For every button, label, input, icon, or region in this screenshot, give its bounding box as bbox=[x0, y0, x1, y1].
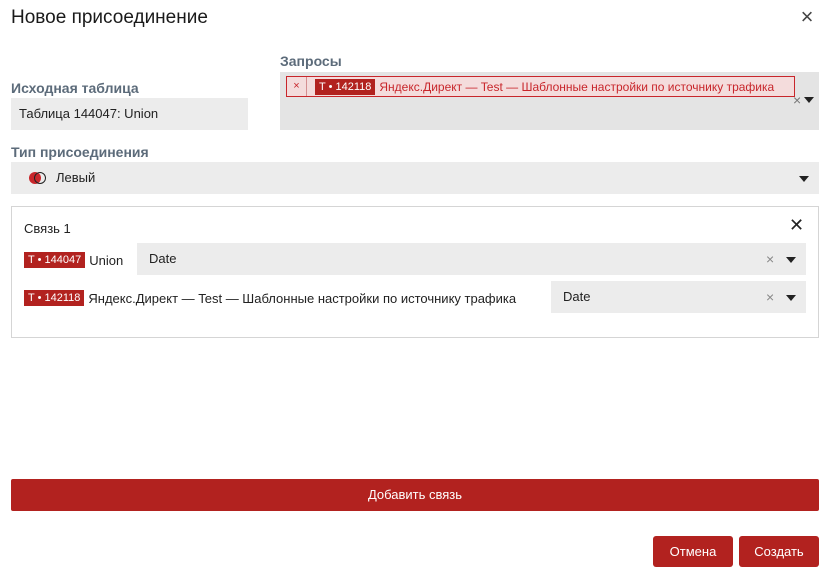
cancel-button[interactable]: Отмена bbox=[653, 536, 733, 567]
chevron-down-icon[interactable] bbox=[786, 295, 796, 301]
dialog-title: Новое присоединение bbox=[11, 7, 208, 28]
chevron-down-icon[interactable] bbox=[799, 176, 809, 182]
link-title: Связь 1 bbox=[24, 221, 71, 236]
link-row-label: T • 142118 Яндекс.Директ — Test — Шаблон… bbox=[24, 289, 516, 307]
field-value: Date bbox=[563, 289, 591, 304]
source-table-field: Таблица 144047: Union bbox=[11, 98, 248, 130]
join-type-value: Левый bbox=[56, 170, 96, 185]
add-link-button[interactable]: Добавить связь bbox=[11, 479, 819, 511]
request-chip: × T • 142118 Яндекс.Директ — Test — Шабл… bbox=[286, 76, 795, 97]
table-name: Яндекс.Директ — Test — Шаблонные настрой… bbox=[88, 290, 517, 306]
link-field-select[interactable]: Date bbox=[137, 243, 806, 275]
create-button[interactable]: Создать bbox=[739, 536, 819, 567]
join-type-select[interactable]: Левый bbox=[11, 162, 819, 194]
table-name: Union bbox=[89, 252, 124, 268]
link-row-label: T • 144047 Union bbox=[24, 251, 123, 269]
join-type-label: Тип присоединения bbox=[11, 144, 149, 160]
left-join-icon bbox=[29, 172, 47, 184]
clear-icon[interactable]: × bbox=[766, 289, 774, 305]
field-value: Date bbox=[149, 251, 177, 266]
requests-select[interactable]: × T • 142118 Яндекс.Директ — Test — Шабл… bbox=[280, 72, 819, 130]
table-tag: T • 144047 bbox=[24, 252, 86, 268]
requests-label: Запросы bbox=[280, 53, 342, 69]
close-icon[interactable]: × bbox=[797, 6, 817, 28]
request-chip-label: Яндекс.Директ — Test — Шаблонные настрой… bbox=[379, 79, 775, 94]
chip-remove-icon[interactable]: × bbox=[287, 77, 307, 96]
chevron-down-icon[interactable] bbox=[786, 257, 796, 263]
source-table-label: Исходная таблица bbox=[11, 80, 139, 96]
link-panel: Связь 1 ✕ T • 144047 Union Date × T • 14… bbox=[11, 206, 819, 338]
table-tag: T • 142118 bbox=[24, 290, 85, 306]
remove-link-icon[interactable]: ✕ bbox=[789, 215, 804, 236]
clear-icon[interactable]: × bbox=[766, 251, 774, 267]
clear-icon[interactable]: × bbox=[793, 92, 801, 108]
chevron-down-icon[interactable] bbox=[804, 97, 814, 103]
table-tag: T • 142118 bbox=[315, 78, 376, 95]
